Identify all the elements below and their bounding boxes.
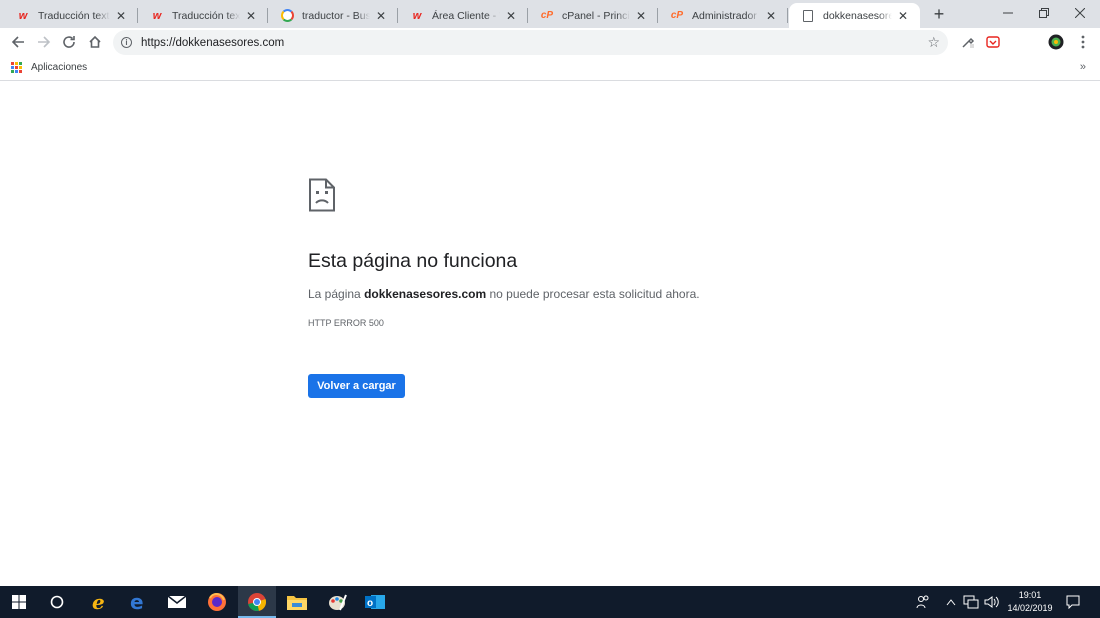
system-clock[interactable]: 19:01 14/02/2019	[1006, 589, 1054, 615]
start-button[interactable]	[0, 586, 38, 618]
tab-title: Área Cliente - Web	[432, 9, 500, 22]
people-icon[interactable]	[916, 586, 930, 618]
close-icon[interactable]: ✕	[504, 9, 518, 23]
svg-text:e: e	[92, 592, 105, 612]
document-icon	[801, 9, 815, 23]
error-domain: dokkenasesores.com	[364, 287, 487, 301]
url-text[interactable]: https://dokkenasesores.com	[141, 37, 284, 49]
svg-text:e: e	[130, 592, 144, 612]
tab-title: cPanel - Principal	[562, 9, 630, 22]
tab-5[interactable]: cP cPanel - Principal ✕	[528, 3, 658, 28]
mail-icon	[168, 595, 186, 608]
pocket-icon[interactable]	[985, 34, 1001, 50]
reload-button[interactable]	[59, 32, 79, 52]
close-icon[interactable]: ✕	[244, 9, 258, 23]
close-icon[interactable]: ✕	[114, 9, 128, 23]
apps-bookmark[interactable]: Aplicaciones	[31, 62, 87, 73]
internet-explorer-icon: e	[92, 592, 105, 612]
arrow-left-icon	[11, 36, 24, 48]
home-icon	[89, 35, 101, 48]
error-code: HTTP ERROR 500	[308, 318, 384, 328]
close-icon[interactable]: ✕	[374, 9, 388, 23]
cortana-icon	[50, 595, 64, 609]
taskbar-ie[interactable]: e	[80, 586, 118, 618]
google-icon	[280, 9, 294, 23]
error-page: Esta página no funciona La página dokken…	[0, 82, 1100, 586]
tab-title: Traducción texto fi	[172, 9, 240, 22]
info-icon[interactable]: i	[121, 37, 132, 48]
firefox-icon	[208, 593, 226, 611]
restore-button[interactable]	[1026, 0, 1062, 26]
bookmarks-overflow-button[interactable]: »	[1080, 61, 1086, 73]
bookmarks-bar: Aplicaciones »	[0, 57, 1100, 81]
reload-page-button[interactable]: Volver a cargar	[308, 374, 405, 398]
star-icon[interactable]: ☆	[927, 34, 940, 51]
close-icon	[1075, 8, 1085, 18]
restore-icon	[1039, 8, 1049, 18]
svg-text:o: o	[367, 598, 373, 609]
menu-icon[interactable]	[1075, 34, 1091, 50]
error-description: La página dokkenasesores.com no puede pr…	[308, 287, 700, 301]
address-bar[interactable]: i https://dokkenasesores.com ☆	[113, 30, 948, 55]
tab-title: Traducción texto fi	[38, 9, 110, 22]
chevron-up-icon[interactable]	[946, 586, 956, 618]
home-button[interactable]	[85, 32, 105, 52]
close-icon[interactable]: ✕	[896, 9, 910, 23]
reload-icon	[63, 36, 75, 48]
tab-7-active[interactable]: dokkenasesores.com ✕	[789, 3, 920, 28]
tab-3[interactable]: traductor - Buscar ✕	[268, 3, 398, 28]
description-prefix: La página	[308, 287, 365, 301]
cpanel-icon: cP	[670, 10, 684, 21]
folder-icon	[287, 596, 307, 610]
close-icon[interactable]: ✕	[634, 9, 648, 23]
apps-grid-icon[interactable]	[11, 62, 22, 73]
taskbar-explorer[interactable]	[278, 586, 316, 618]
close-icon[interactable]: ✕	[764, 9, 778, 23]
paint-icon	[329, 594, 347, 611]
tab-1[interactable]: w Traducción texto fi ✕	[4, 3, 138, 28]
outlook-icon: o	[365, 595, 385, 609]
w-icon: w	[18, 9, 28, 22]
new-tab-button[interactable]: +	[930, 4, 948, 24]
tab-title: dokkenasesores.com	[823, 9, 892, 22]
taskbar-mail[interactable]	[158, 586, 196, 618]
page-title: Esta página no funciona	[308, 250, 518, 272]
edge-icon: e	[130, 592, 144, 612]
close-window-button[interactable]	[1062, 0, 1098, 26]
arrow-right-icon	[38, 36, 51, 48]
clock-date: 14/02/2019	[1007, 603, 1053, 613]
tab-4[interactable]: w Área Cliente - Web ✕	[398, 3, 528, 28]
avatar[interactable]	[1048, 34, 1064, 50]
tab-title: Administrador de a	[692, 9, 760, 22]
minimize-button[interactable]	[990, 0, 1026, 26]
w-icon: w	[152, 9, 162, 22]
taskbar-chrome[interactable]	[238, 586, 276, 618]
w-icon: w	[412, 9, 422, 22]
tab-strip: w Traducción texto fi ✕ w Traducción tex…	[0, 0, 1100, 28]
toolbar: i https://dokkenasesores.com ☆	[0, 28, 1100, 57]
taskbar: e e o 19:01 14/02/2019	[0, 586, 1100, 618]
sad-page-icon	[309, 178, 335, 212]
action-center-icon[interactable]	[1066, 586, 1080, 618]
minimize-icon	[1003, 12, 1013, 14]
taskbar-firefox[interactable]	[198, 586, 236, 618]
forward-button[interactable]	[34, 32, 54, 52]
network-icon[interactable]	[963, 586, 979, 618]
eyedropper-icon[interactable]	[960, 34, 976, 50]
clock-time: 19:01	[1018, 590, 1042, 600]
description-suffix: no puede procesar esta solicitud ahora.	[486, 287, 700, 301]
taskbar-outlook[interactable]: o	[356, 586, 394, 618]
windows-icon	[12, 595, 26, 609]
tab-2[interactable]: w Traducción texto fi ✕	[138, 3, 268, 28]
tab-title: traductor - Buscar	[302, 9, 370, 22]
taskbar-paint[interactable]	[318, 586, 356, 618]
chrome-icon	[248, 593, 267, 612]
volume-icon[interactable]	[984, 586, 1000, 618]
taskbar-edge[interactable]: e	[118, 586, 156, 618]
search-button[interactable]	[38, 586, 76, 618]
tab-6[interactable]: cP Administrador de a ✕	[658, 3, 788, 28]
back-button[interactable]	[8, 32, 28, 52]
cpanel-icon: cP	[540, 10, 554, 21]
